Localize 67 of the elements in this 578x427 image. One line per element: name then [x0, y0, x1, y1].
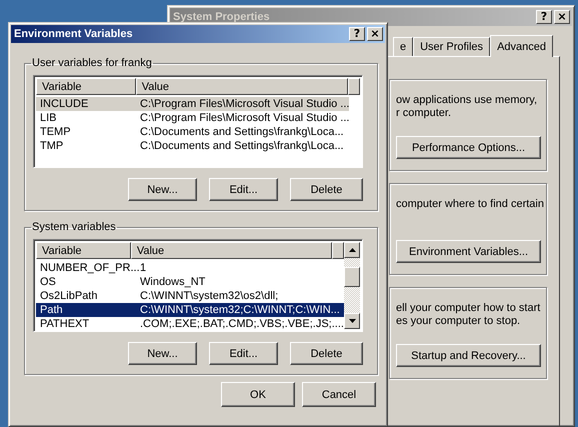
list-row[interactable]: TEMP C:\Documents and Settings\frankg\Loca... — [36, 125, 349, 139]
help-button[interactable]: ? — [349, 27, 365, 41]
scrollbar[interactable] — [344, 242, 360, 329]
variable-value: .COM;.EXE;.BAT;.CMD;.VBS;.VBE;.JS;.... — [139, 318, 344, 329]
close-button[interactable]: × — [367, 27, 383, 41]
column-header[interactable]: Value — [130, 242, 332, 259]
column-header[interactable]: Variable — [36, 242, 131, 259]
list-row[interactable]: Os2LibPath C:\WINNT\system32\os2\dll; — [36, 289, 344, 303]
description-text: r computer. — [396, 107, 452, 120]
description-text: computer where to find certain — [396, 198, 544, 211]
tab[interactable]: User Profiles — [413, 37, 490, 56]
options-button[interactable]: Performance Options... — [396, 136, 541, 159]
cancel-button[interactable]: Cancel — [302, 382, 376, 407]
delete-button[interactable]: Delete — [290, 342, 363, 365]
tab[interactable]: Advanced — [490, 35, 553, 57]
variable-list[interactable]: Variable Value NUMBER_OF_PR...1 OS Windows_NT Os2LibPath C:\WINNT\system32\os2\dll; Path C:\WINNT\system32;C:\WINNT;C:\WIN... PATHEXT .COM;.EXE;.BAT;.CMD;.VBS;.VBE;.JS;.... — [33, 239, 363, 332]
variable-name: Os2LibPath — [39, 290, 98, 302]
options-button[interactable]: Startup and Recovery... — [396, 344, 541, 367]
list-row[interactable]: OS Windows_NT — [36, 275, 344, 289]
description-text: ell your computer how to start — [396, 302, 540, 315]
variable-name: OS — [39, 276, 57, 288]
list-row[interactable]: INCLUDE C:\Program Files\Microsoft Visual Studio ... — [36, 97, 349, 111]
ok-button[interactable]: OK — [221, 382, 295, 407]
variable-value: C:\WINNT\system32\os2\dll; — [139, 290, 280, 302]
window-title: System Properties — [173, 11, 270, 23]
variable-name: INCLUDE — [39, 98, 90, 110]
variable-value: C:\Program Files\Microsoft Visual Studio ... — [139, 112, 349, 124]
group-label: System variables — [31, 221, 117, 233]
header-filler — [332, 242, 344, 259]
new-button[interactable]: New... — [128, 178, 197, 201]
scroll-thumb[interactable] — [344, 267, 360, 287]
up-arrow-icon — [348, 248, 356, 252]
column-header[interactable]: Value — [136, 78, 348, 95]
help-button[interactable]: ? — [536, 10, 552, 24]
variable-list[interactable] — [33, 75, 363, 168]
edit-button[interactable]: Edit... — [209, 342, 278, 365]
variable-name: Path — [39, 304, 64, 316]
tab[interactable]: e — [392, 37, 414, 56]
description-text: es your computer to stop. — [396, 315, 520, 328]
window-title: Environment Variables — [14, 28, 133, 40]
variable-value: 1 — [139, 262, 148, 274]
list-row[interactable]: Path C:\WINNT\system32;C:\WINNT;C:\WIN... — [36, 303, 344, 317]
delete-button[interactable]: Delete — [290, 178, 363, 201]
variable-value: C:\Program Files\Microsoft Visual Studio ... — [139, 98, 349, 110]
scroll-up-button[interactable] — [344, 242, 360, 258]
list-row[interactable]: PATHEXT .COM;.EXE;.BAT;.CMD;.VBS;.VBE;.JS;.... — [36, 317, 344, 329]
variable-value: C:\Documents and Settings\frankg\Loca... — [139, 126, 345, 138]
column-header[interactable]: Variable — [36, 78, 136, 95]
variable-name: TMP — [39, 140, 64, 152]
options-button[interactable]: Environment Variables... — [396, 240, 541, 263]
header-filler — [348, 78, 360, 95]
scroll-down-button[interactable] — [344, 313, 360, 329]
variable-value: C:\Documents and Settings\frankg\Loca... — [139, 140, 345, 152]
new-button[interactable]: New... — [128, 342, 197, 365]
variable-value: Windows_NT — [139, 276, 206, 288]
list-row[interactable]: NUMBER_OF_PR...1 — [36, 261, 344, 275]
list-row[interactable]: LIB C:\Program Files\Microsoft Visual Studio ... — [36, 111, 349, 125]
variable-name: TEMP — [39, 126, 72, 138]
list-row[interactable]: TMP C:\Documents and Settings\frankg\Loca... — [36, 139, 349, 153]
group-label: User variables for frankg — [31, 57, 153, 69]
variable-value: C:\WINNT\system32;C:\WINNT;C:\WIN... — [139, 304, 341, 316]
close-button[interactable]: × — [554, 10, 570, 24]
edit-button[interactable]: Edit... — [209, 178, 278, 201]
variable-name: PATHEXT — [39, 318, 90, 329]
description-text: ow applications use memory, — [396, 94, 538, 107]
variable-name: LIB — [39, 112, 58, 124]
down-arrow-icon — [348, 319, 356, 323]
